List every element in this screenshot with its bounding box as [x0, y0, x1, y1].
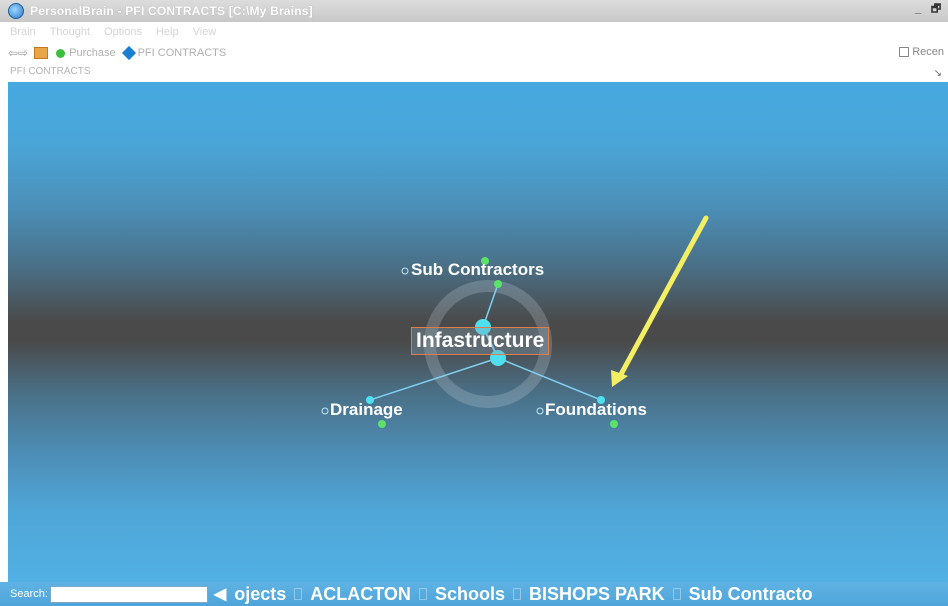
- menu-options[interactable]: Options: [104, 26, 142, 38]
- annotation-arrow-line: [616, 215, 709, 381]
- pin-separator: [512, 588, 521, 600]
- resize-grip-icon[interactable]: ↘: [934, 66, 942, 82]
- pins-strip: ◀ ojects ACLACTON Schools BISHOPS PARK S…: [214, 584, 813, 605]
- toolbar-item-pfi-contracts[interactable]: PFI CONTRACTS: [138, 47, 227, 59]
- menu-help[interactable]: Help: [156, 26, 179, 38]
- recent-label: Recen: [912, 46, 944, 58]
- brain-canvas[interactable]: Sub Contractors Infastructure Drainage F…: [8, 82, 948, 582]
- pin-schools[interactable]: Schools: [435, 584, 505, 605]
- drainage-jump-gate[interactable]: [321, 407, 329, 415]
- toolbar: ⇦⇨ Purchase PFI CONTRACTS Recen: [0, 42, 948, 64]
- foundations-jump-gate[interactable]: [536, 407, 544, 415]
- pfi-contracts-thought-icon: [121, 45, 136, 61]
- pin-separator: [294, 588, 303, 600]
- pin-projects[interactable]: ojects: [234, 584, 286, 605]
- menu-bar: Brain Thought Options Help View: [0, 22, 948, 42]
- purchase-thought-icon: [56, 48, 66, 58]
- menu-brain[interactable]: Brain: [10, 26, 36, 38]
- parent-jump-gate[interactable]: [401, 267, 409, 275]
- toolbar-item-purchase[interactable]: Purchase: [69, 47, 115, 59]
- pin-separator: [672, 588, 681, 600]
- pin-separator: [418, 588, 427, 600]
- breadcrumb-text[interactable]: PFI CONTRACTS: [10, 66, 91, 77]
- recent-toggle[interactable]: Recen: [899, 46, 944, 58]
- thought-child-foundations[interactable]: Foundations: [545, 400, 647, 420]
- pin-bishops-park[interactable]: BISHOPS PARK: [529, 584, 665, 605]
- parent-child-gate[interactable]: [494, 280, 502, 288]
- recent-checkbox[interactable]: [899, 47, 910, 57]
- search-label: Search:: [10, 588, 48, 600]
- drainage-child-gate[interactable]: [378, 420, 386, 428]
- foundations-child-gate[interactable]: [610, 420, 618, 428]
- window-title: PersonalBrain - PFI CONTRACTS [C:\My Bra…: [30, 4, 313, 18]
- window-controls: _ 🗗: [910, 3, 944, 18]
- restore-button[interactable]: 🗗: [928, 3, 944, 18]
- bottom-bar: Search: ◀ ojects ACLACTON Schools BISHOP…: [0, 582, 948, 606]
- pin-sub-contractors[interactable]: Sub Contracto: [689, 584, 813, 605]
- window-titlebar: PersonalBrain - PFI CONTRACTS [C:\My Bra…: [0, 0, 948, 22]
- menu-view[interactable]: View: [193, 26, 217, 38]
- thought-central[interactable]: Infastructure: [411, 327, 550, 355]
- pin-clacton[interactable]: ACLACTON: [310, 584, 411, 605]
- breadcrumb: PFI CONTRACTS ↘: [0, 64, 948, 82]
- thought-child-drainage[interactable]: Drainage: [330, 400, 403, 420]
- home-icon[interactable]: [34, 47, 49, 59]
- back-forward-icon[interactable]: ⇦⇨: [8, 46, 28, 60]
- search-input[interactable]: [49, 585, 208, 603]
- scroll-left-icon[interactable]: ◀: [214, 584, 226, 604]
- minimize-button[interactable]: _: [910, 3, 926, 18]
- menu-thought[interactable]: Thought: [50, 26, 90, 38]
- personalbrain-logo-icon: [8, 3, 24, 19]
- thought-parent[interactable]: Sub Contractors: [411, 260, 544, 280]
